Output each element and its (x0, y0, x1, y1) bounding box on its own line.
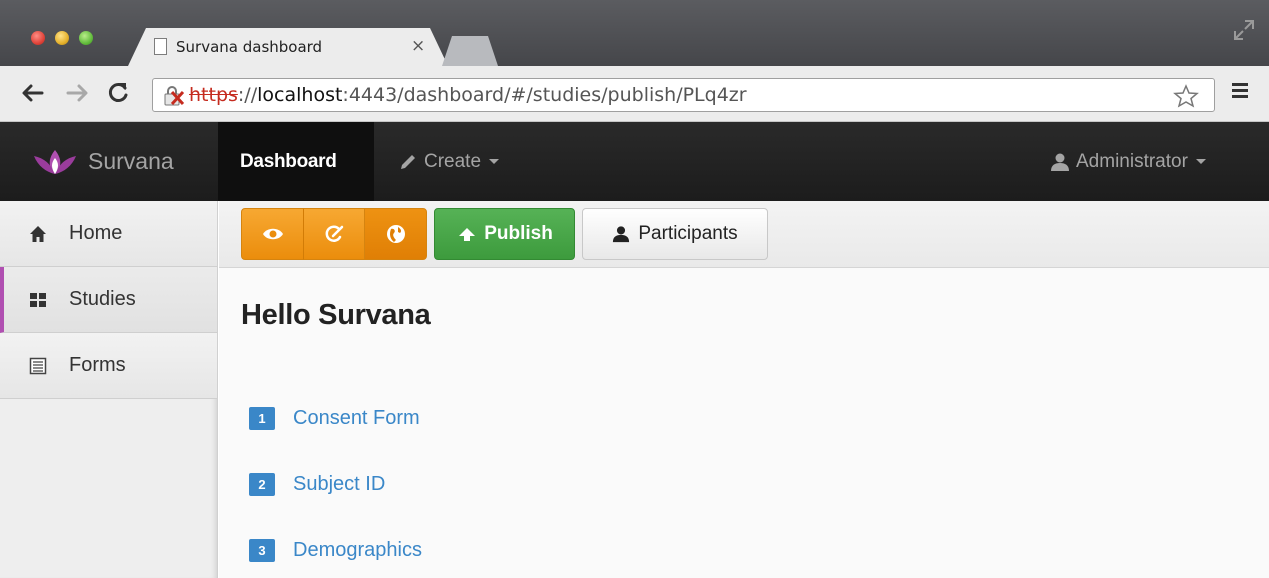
sidebar: Home Studies Forms (0, 201, 218, 578)
url-scheme: https (189, 84, 238, 106)
url-host: localhost (257, 84, 343, 106)
form-link-demographics[interactable]: Demographics (293, 539, 422, 562)
back-arrow-icon[interactable] (20, 80, 46, 106)
lotus-logo-icon (34, 149, 76, 174)
cloud-upload-icon (459, 228, 476, 241)
form-number-badge: 2 (249, 472, 275, 496)
tab-close-button[interactable]: × (411, 36, 425, 56)
pencil-icon (401, 154, 415, 169)
participants-button[interactable]: Participants (582, 208, 768, 260)
brand-name: Survana (88, 148, 174, 174)
sidebar-item-forms[interactable]: Forms (0, 333, 217, 399)
close-window-button[interactable] (31, 31, 45, 45)
form-number-badge: 3 (249, 538, 275, 562)
caret-down-icon (489, 159, 500, 164)
participants-label: Participants (638, 223, 738, 244)
app-navbar: Survana Dashboard Create Administrator (0, 122, 1269, 201)
tab-title: Survana dashboard (176, 38, 323, 56)
nav-dashboard[interactable]: Dashboard (218, 122, 374, 201)
forward-arrow-icon[interactable] (64, 80, 90, 106)
nav-user-dropdown[interactable]: Administrator (1050, 122, 1206, 201)
minimize-window-button[interactable] (55, 31, 69, 45)
zoom-window-button[interactable] (79, 31, 93, 45)
list-icon (29, 357, 47, 374)
nav-create-label: Create (424, 150, 482, 172)
eye-icon (262, 228, 283, 240)
publish-button[interactable]: Publish (434, 208, 575, 260)
form-link-subject-id[interactable]: Subject ID (293, 473, 385, 496)
url-path: :4443/dashboard/#/studies/publish/PLq4zr (342, 84, 747, 106)
brand-link[interactable]: Survana (32, 122, 174, 201)
sidebar-item-label: Home (69, 222, 123, 244)
edit-icon (325, 225, 344, 242)
fullscreen-icon[interactable] (1232, 18, 1256, 42)
sidebar-item-studies[interactable]: Studies (0, 267, 217, 333)
list-item: 3 Demographics (249, 517, 422, 578)
edit-button[interactable] (303, 208, 365, 260)
new-tab-button[interactable] (442, 36, 498, 66)
url-separator: :// (237, 84, 258, 106)
list-item: 2 Subject ID (249, 451, 422, 517)
user-icon (613, 226, 630, 243)
browser-toolbar: https://localhost:4443/dashboard/#/studi… (0, 66, 1269, 122)
globe-button[interactable] (364, 208, 427, 260)
globe-icon (386, 225, 405, 243)
address-bar[interactable]: https://localhost:4443/dashboard/#/studi… (152, 78, 1215, 112)
user-icon (1051, 153, 1069, 171)
bookmark-star-icon[interactable] (1173, 84, 1199, 108)
reload-icon[interactable] (105, 80, 131, 106)
main-content: Publish Participants Hello Survana 1 Con… (219, 201, 1269, 578)
publish-label: Publish (484, 223, 553, 244)
form-link-consent-form[interactable]: Consent Form (293, 407, 420, 430)
home-icon (30, 225, 46, 242)
sidebar-item-label: Studies (69, 288, 136, 310)
broken-lock-icon[interactable] (163, 86, 185, 106)
browser-tab[interactable]: Survana dashboard × (128, 28, 448, 66)
form-number-badge: 1 (249, 406, 275, 430)
list-item: 1 Consent Form (249, 385, 422, 451)
form-list: 1 Consent Form 2 Subject ID 3 Demographi… (249, 385, 422, 578)
sidebar-item-label: Forms (69, 354, 126, 376)
page-icon (154, 38, 167, 55)
action-toolbar: Publish Participants (219, 201, 1269, 268)
sidebar-item-home[interactable]: Home (0, 201, 217, 267)
hamburger-menu-icon[interactable] (1230, 80, 1250, 100)
nav-user-label: Administrator (1076, 150, 1188, 172)
grid-icon (30, 292, 46, 307)
browser-tab-strip: Survana dashboard × (0, 0, 1269, 66)
nav-create-dropdown[interactable]: Create (376, 122, 521, 201)
caret-down-icon (1195, 159, 1206, 164)
page-title: Hello Survana (241, 299, 431, 331)
preview-button[interactable] (241, 208, 304, 260)
nav-dashboard-label: Dashboard (240, 150, 337, 172)
url-text[interactable]: https://localhost:4443/dashboard/#/studi… (189, 79, 747, 111)
